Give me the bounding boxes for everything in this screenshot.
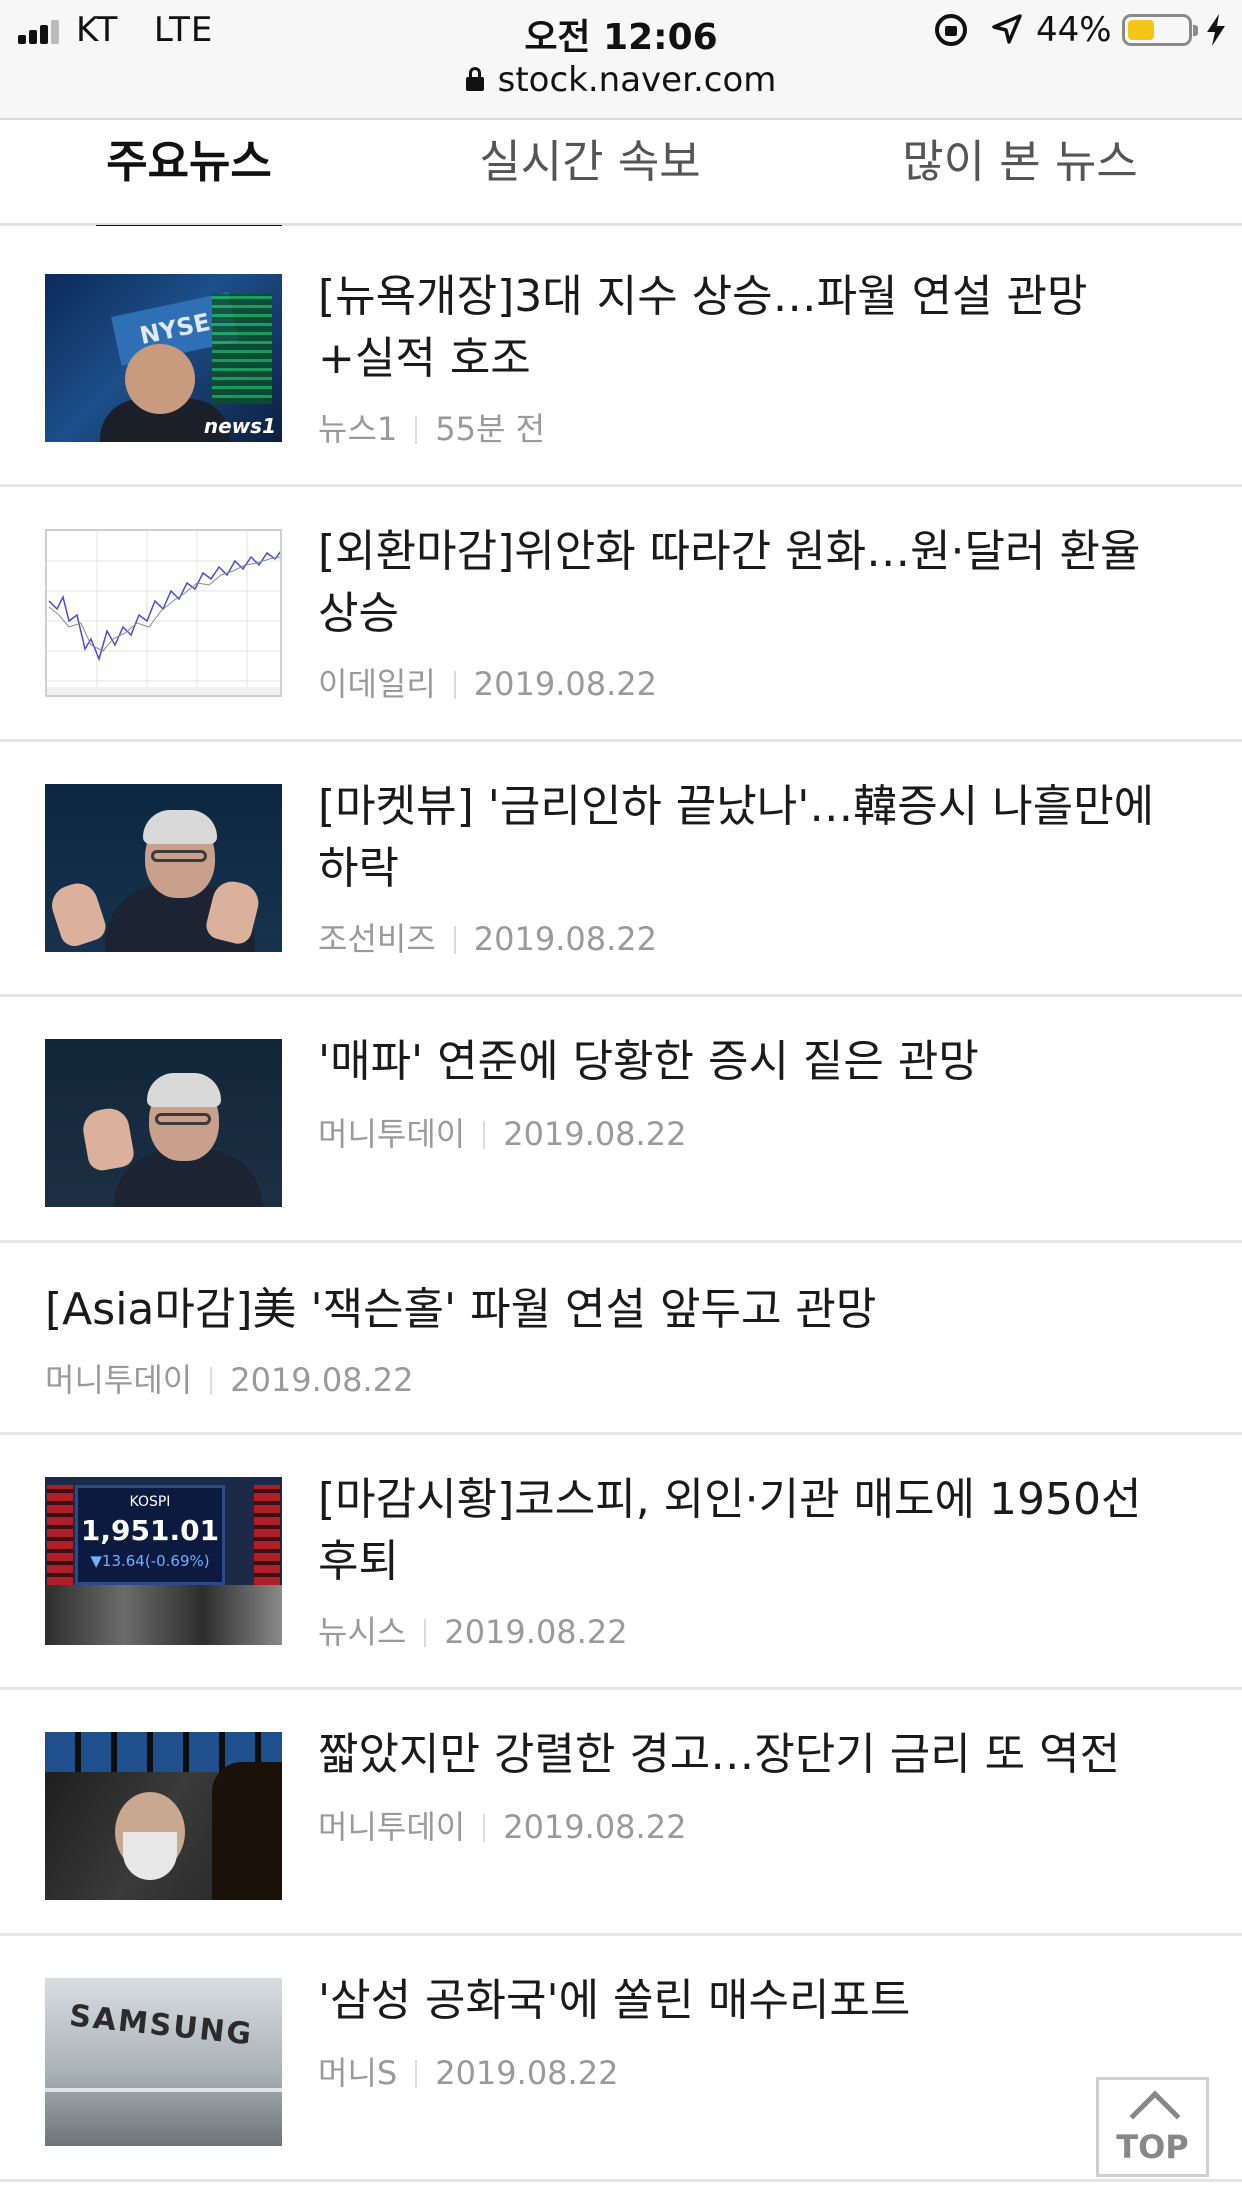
scroll-top-button[interactable]: TOP	[1096, 2077, 1209, 2177]
thumbnail-word: SAMSUNG	[67, 1998, 255, 2053]
news-time: 55분 전	[435, 410, 546, 448]
tab-main-news[interactable]: 주요뉴스	[96, 120, 282, 229]
news-item[interactable]: 짧았지만 강렬한 경고…장단기 금리 또 역전 머니투데이 2019.08.22	[0, 1690, 1242, 1936]
location-icon	[992, 14, 1022, 44]
news-thumbnail[interactable]	[45, 1039, 282, 1207]
news-item[interactable]: [외환마감]위안화 따라간 원화…원·달러 환율 상승 이데일리 2019.08.…	[0, 487, 1242, 742]
news-meta: 머니투데이 2019.08.22	[318, 1802, 686, 1848]
tab-most-viewed[interactable]: 많이 본 뉴스	[900, 120, 1140, 226]
news-meta: 뉴스1 55분 전	[318, 404, 545, 450]
news-thumbnail[interactable]	[45, 1732, 282, 1900]
news-time: 2019.08.22	[503, 1115, 687, 1153]
news-title[interactable]: [외환마감]위안화 따라간 원화…원·달러 환율 상승	[318, 521, 1192, 645]
news-meta: 조선비즈 2019.08.22	[318, 914, 657, 960]
news-thumbnail[interactable]: NYSE news1	[45, 274, 282, 442]
news-source: 뉴스1	[318, 410, 398, 448]
charging-bolt-icon	[1207, 14, 1225, 46]
news-source: 이데일리	[318, 665, 436, 703]
news-meta: 머니S 2019.08.22	[318, 2048, 618, 2094]
news-meta: 머니투데이 2019.08.22	[45, 1355, 413, 1401]
tab-realtime[interactable]: 실시간 속보	[470, 120, 710, 226]
battery-icon	[1122, 14, 1198, 46]
news-item[interactable]: [마켓뷰] '금리인하 끝났나'…韓증시 나흘만에 하락 조선비즈 2019.08…	[0, 742, 1242, 997]
battery-level	[1128, 20, 1154, 40]
status-bar: KT LTE 오전 12:06 44%	[0, 0, 1242, 62]
news-source: 머니S	[318, 2054, 398, 2092]
orientation-lock-icon	[935, 14, 967, 46]
thumbnail-logo: news1	[203, 414, 276, 438]
news-time: 2019.08.22	[503, 1808, 687, 1846]
news-time: 2019.08.22	[444, 1613, 628, 1651]
news-item[interactable]: SAMSUNG '삼성 공화국'에 쏠린 매수리포트 머니S 2019.08.22	[0, 1936, 1242, 2182]
news-title[interactable]: '매파' 연준에 당황한 증시 짙은 관망	[318, 1031, 1192, 1093]
news-item[interactable]: '매파' 연준에 당황한 증시 짙은 관망 머니투데이 2019.08.22	[0, 997, 1242, 1243]
news-thumbnail[interactable]: SAMSUNG	[45, 1978, 282, 2146]
news-title[interactable]: [Asia마감]美 '잭슨홀' 파월 연설 앞두고 관망	[45, 1279, 1192, 1341]
news-title[interactable]: 짧았지만 강렬한 경고…장단기 금리 또 역전	[318, 1724, 1192, 1786]
battery-percent: 44%	[1036, 10, 1112, 50]
news-time: 2019.08.22	[473, 920, 657, 958]
news-item[interactable]: NYSE news1 [뉴욕개장]3대 지수 상승…파월 연설 관망+실적 호조…	[0, 226, 1242, 487]
news-source: 머니투데이	[45, 1361, 193, 1399]
news-source: 뉴시스	[318, 1613, 407, 1651]
news-item[interactable]: KOSPI 1,951.01 ▼13.64(-0.69%) [마감시황]코스피,…	[0, 1435, 1242, 1690]
url-bar[interactable]: stock.naver.com	[0, 60, 1242, 110]
news-meta: 이데일리 2019.08.22	[318, 659, 657, 705]
url-text: stock.naver.com	[497, 60, 777, 100]
lock-icon	[465, 67, 484, 93]
news-source: 머니투데이	[318, 1115, 466, 1153]
news-title[interactable]: [마켓뷰] '금리인하 끝났나'…韓증시 나흘만에 하락	[318, 776, 1192, 900]
news-meta: 머니투데이 2019.08.22	[318, 1109, 686, 1155]
news-meta: 뉴시스 2019.08.22	[318, 1607, 628, 1653]
news-time: 2019.08.22	[230, 1361, 414, 1399]
news-thumbnail[interactable]	[45, 529, 282, 697]
news-time: 2019.08.22	[473, 665, 657, 703]
news-title[interactable]: '삼성 공화국'에 쏠린 매수리포트	[318, 1970, 1192, 2032]
news-item[interactable]: [Asia마감]美 '잭슨홀' 파월 연설 앞두고 관망 머니투데이 2019.0…	[0, 1243, 1242, 1435]
news-thumbnail[interactable]: KOSPI 1,951.01 ▼13.64(-0.69%)	[45, 1477, 282, 1645]
news-title[interactable]: [뉴욕개장]3대 지수 상승…파월 연설 관망+실적 호조	[318, 266, 1192, 390]
browser-chrome: KT LTE 오전 12:06 44% stock.naver.com	[0, 0, 1242, 120]
kospi-board: KOSPI 1,951.01 ▼13.64(-0.69%)	[75, 1485, 225, 1585]
scroll-top-label: TOP	[1116, 2128, 1189, 2166]
news-time: 2019.08.22	[435, 2054, 619, 2092]
news-source: 머니투데이	[318, 1808, 466, 1846]
news-source: 조선비즈	[318, 920, 436, 958]
news-title[interactable]: [마감시황]코스피, 외인·기관 매도에 1950선 후퇴	[318, 1469, 1192, 1593]
news-tabs: 주요뉴스 실시간 속보 많이 본 뉴스	[0, 120, 1242, 229]
news-thumbnail[interactable]	[45, 784, 282, 952]
